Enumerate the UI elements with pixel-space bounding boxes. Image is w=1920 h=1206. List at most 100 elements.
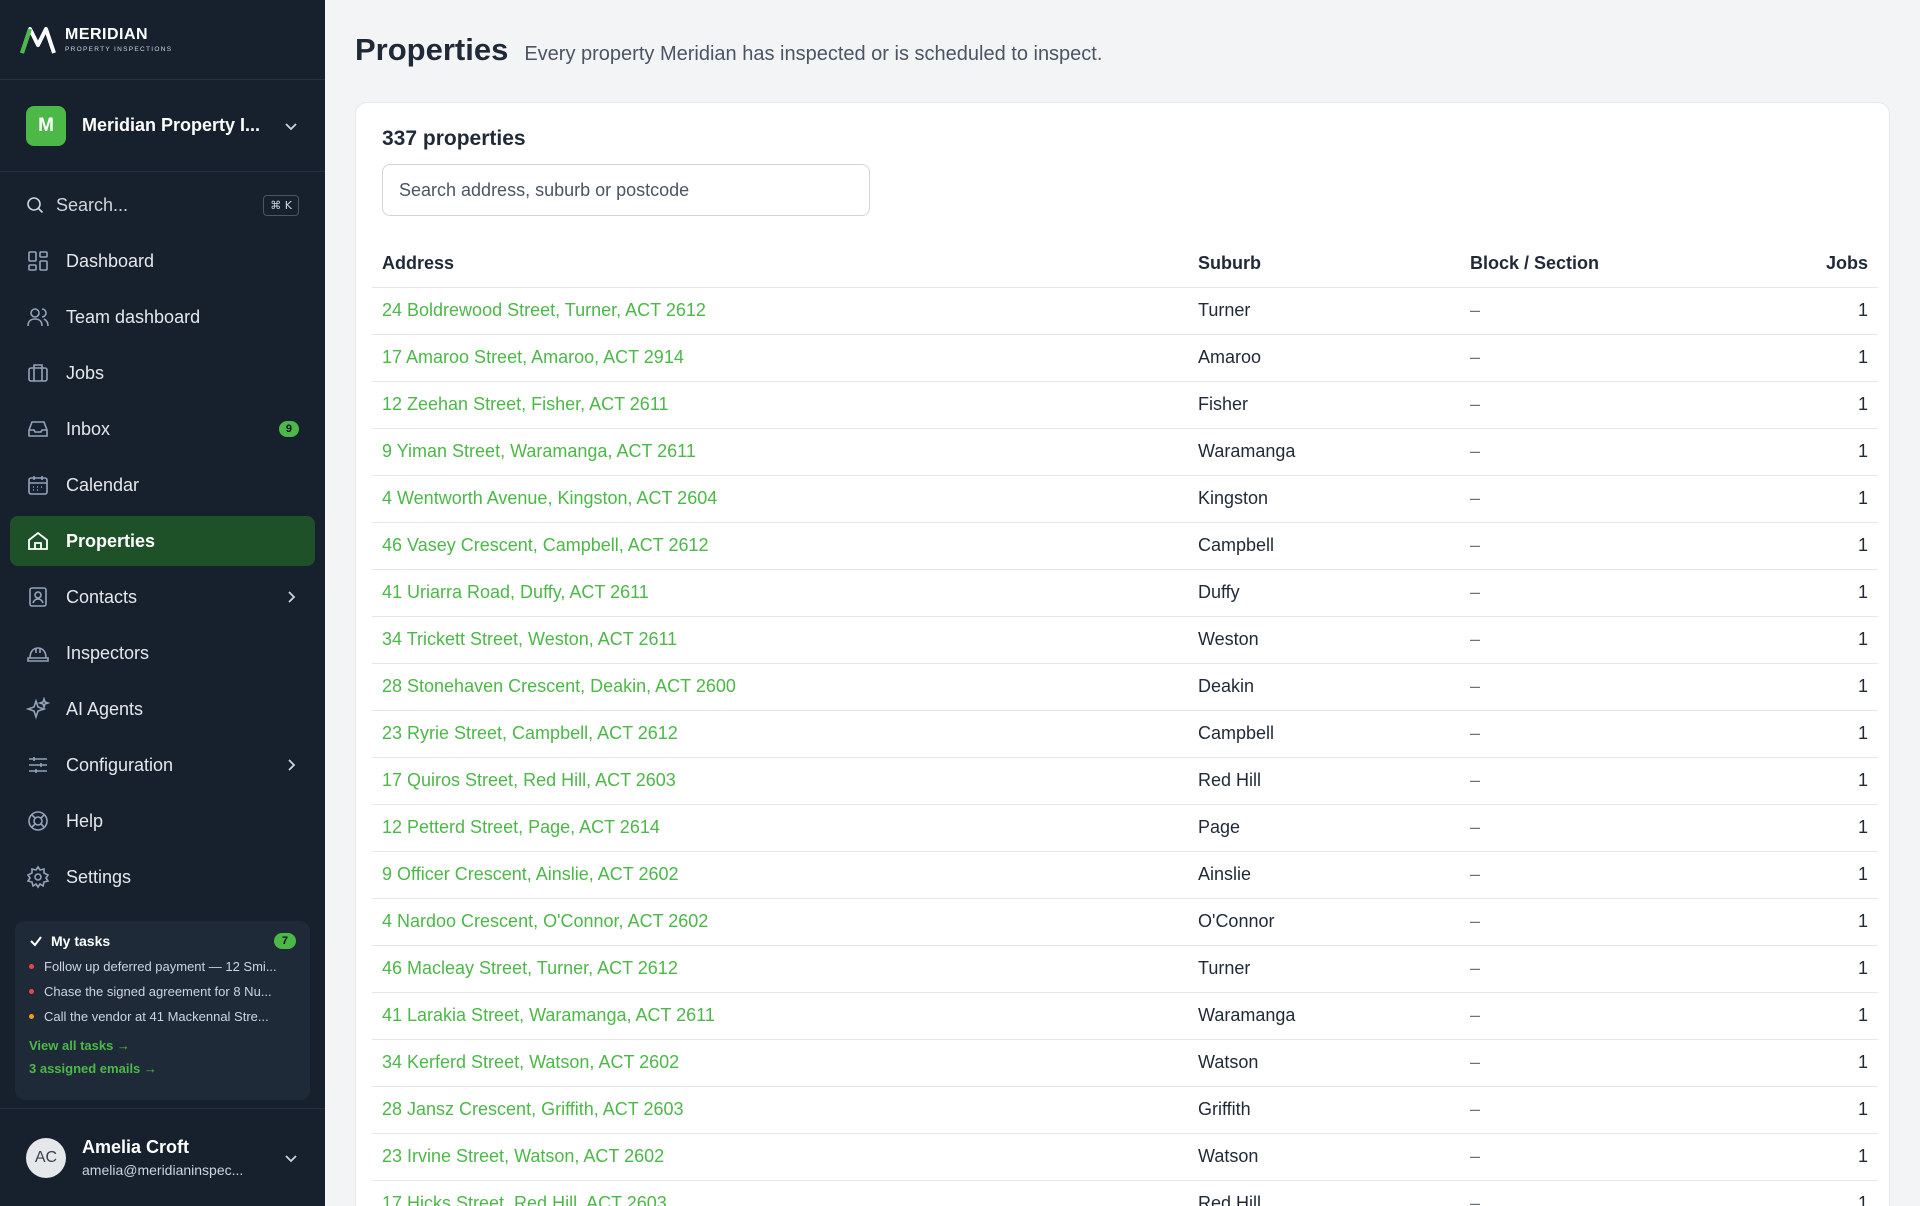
sidebar-item-team-dashboard[interactable]: Team dashboard — [10, 292, 315, 342]
sidebar-item-inspectors[interactable]: Inspectors — [10, 628, 315, 678]
suburb-cell: Fisher — [1188, 381, 1460, 429]
block-section-cell: – — [1460, 663, 1740, 711]
task-item[interactable]: Follow up deferred payment — 12 Smi... — [29, 959, 296, 974]
jobs-cell: 1 — [1740, 334, 1878, 382]
sidebar-item-inbox[interactable]: Inbox 9 — [10, 404, 315, 454]
property-address-link[interactable]: 17 Quiros Street, Red Hill, ACT 2603 — [382, 770, 676, 790]
column-header-address[interactable]: Address — [372, 241, 1188, 288]
property-address-link[interactable]: 4 Wentworth Avenue, Kingston, ACT 2604 — [382, 488, 717, 508]
property-address-link[interactable]: 17 Hicks Street, Red Hill, ACT 2603 — [382, 1193, 667, 1206]
sidebar-item-label: Inbox — [66, 418, 111, 439]
jobs-cell: 1 — [1740, 804, 1878, 852]
user-menu[interactable]: AC Amelia Croft amelia@meridianinspec... — [0, 1108, 325, 1206]
table-row[interactable]: 17 Amaroo Street, Amaroo, ACT 2914 Amaroo… — [372, 334, 1878, 382]
sidebar-item-help[interactable]: Help — [10, 796, 315, 846]
table-row[interactable]: 23 Irvine Street, Watson, ACT 2602 Watson… — [372, 1133, 1878, 1181]
address-cell: 4 Wentworth Avenue, Kingston, ACT 2604 — [372, 475, 1188, 523]
suburb-cell: Griffith — [1188, 1086, 1460, 1134]
task-item[interactable]: Chase the signed agreement for 8 Nu... — [29, 984, 296, 999]
sidebar-item-configuration[interactable]: Configuration — [10, 740, 315, 790]
table-row[interactable]: 28 Jansz Crescent, Griffith, ACT 2603 Gri… — [372, 1086, 1878, 1134]
table-row[interactable]: 12 Petterd Street, Page, ACT 2614 Page –1 — [372, 804, 1878, 852]
property-address-link[interactable]: 12 Zeehan Street, Fisher, ACT 2611 — [382, 394, 669, 414]
suburb-cell: Kingston — [1188, 475, 1460, 523]
address-cell: 17 Amaroo Street, Amaroo, ACT 2914 — [372, 334, 1188, 382]
property-address-link[interactable]: 9 Yiman Street, Waramanga, ACT 2611 — [382, 441, 696, 461]
sidebar-item-contacts[interactable]: Contacts — [10, 572, 315, 622]
property-address-link[interactable]: 41 Larakia Street, Waramanga, ACT 2611 — [382, 1005, 715, 1025]
org-name: Meridian Property I... — [82, 115, 261, 135]
address-cell: 4 Nardoo Crescent, O'Connor, ACT 2602 — [372, 898, 1188, 946]
brand-logo[interactable]: MERIDIAN PROPERTY INSPECTIONS — [0, 0, 325, 80]
jobs-cell: 1 — [1740, 616, 1878, 664]
table-row[interactable]: 41 Uriarra Road, Duffy, ACT 2611 Duffy –1 — [372, 569, 1878, 617]
column-header-block-section[interactable]: Block / Section — [1460, 241, 1740, 288]
property-address-link[interactable]: 41 Uriarra Road, Duffy, ACT 2611 — [382, 582, 649, 602]
sidebar-item-ai-agents[interactable]: AI Agents — [10, 684, 315, 734]
chevron-down-icon — [285, 122, 297, 130]
lifebuoy-icon — [28, 811, 48, 831]
view-all-tasks-link[interactable]: View all tasks → — [29, 1038, 296, 1053]
table-row[interactable]: 17 Hicks Street, Red Hill, ACT 2603 Red H… — [372, 1180, 1878, 1206]
task-item[interactable]: Call the vendor at 41 Mackennal Stre... — [29, 1009, 296, 1024]
sidebar-item-dashboard[interactable]: Dashboard — [10, 236, 315, 286]
table-row[interactable]: 17 Quiros Street, Red Hill, ACT 2603 Red … — [372, 757, 1878, 805]
properties-card: 337 properties Address Suburb Block / Se… — [355, 102, 1890, 1206]
search-icon — [27, 197, 44, 214]
block-section-cell: – — [1460, 898, 1740, 946]
my-tasks-header[interactable]: My tasks 7 — [29, 933, 296, 949]
sidebar-item-properties[interactable]: Properties — [10, 516, 315, 566]
property-address-link[interactable]: 34 Trickett Street, Weston, ACT 2611 — [382, 629, 677, 649]
table-row[interactable]: 46 Macleay Street, Turner, ACT 2612 Turne… — [372, 945, 1878, 993]
table-row[interactable]: 9 Yiman Street, Waramanga, ACT 2611 Waram… — [372, 428, 1878, 476]
table-row[interactable]: 46 Vasey Crescent, Campbell, ACT 2612 Cam… — [372, 522, 1878, 570]
sidebar-search[interactable]: Search... ⌘ K — [0, 180, 325, 230]
address-cell: 24 Boldrewood Street, Turner, ACT 2612 — [372, 287, 1188, 335]
address-cell: 28 Stonehaven Crescent, Deakin, ACT 2600 — [372, 663, 1188, 711]
address-cell: 34 Trickett Street, Weston, ACT 2611 — [372, 616, 1188, 664]
table-row[interactable]: 41 Larakia Street, Waramanga, ACT 2611 Wa… — [372, 992, 1878, 1040]
sidebar-item-settings[interactable]: Settings — [10, 852, 315, 902]
property-address-link[interactable]: 17 Amaroo Street, Amaroo, ACT 2914 — [382, 347, 684, 367]
sidebar-item-label: Jobs — [66, 362, 105, 383]
sidebar-item-jobs[interactable]: Jobs — [10, 348, 315, 398]
table-row[interactable]: 4 Wentworth Avenue, Kingston, ACT 2604 Ki… — [372, 475, 1878, 523]
meridian-logo-icon — [20, 26, 56, 54]
column-header-jobs[interactable]: Jobs — [1740, 241, 1878, 288]
property-address-link[interactable]: 9 Officer Crescent, Ainslie, ACT 2602 — [382, 864, 678, 884]
sidebar-item-label: Dashboard — [66, 250, 155, 271]
table-row[interactable]: 4 Nardoo Crescent, O'Connor, ACT 2602 O'C… — [372, 898, 1878, 946]
page-header: Properties Every property Meridian has i… — [355, 32, 1102, 68]
property-address-link[interactable]: 28 Jansz Crescent, Griffith, ACT 2603 — [382, 1099, 683, 1119]
table-row[interactable]: 12 Zeehan Street, Fisher, ACT 2611 Fisher… — [372, 381, 1878, 429]
table-row[interactable]: 23 Ryrie Street, Campbell, ACT 2612 Campb… — [372, 710, 1878, 758]
property-address-link[interactable]: 46 Macleay Street, Turner, ACT 2612 — [382, 958, 678, 978]
property-address-link[interactable]: 4 Nardoo Crescent, O'Connor, ACT 2602 — [382, 911, 708, 931]
hardhat-icon — [27, 647, 49, 662]
table-row[interactable]: 34 Trickett Street, Weston, ACT 2611 West… — [372, 616, 1878, 664]
jobs-cell: 1 — [1740, 287, 1878, 335]
priority-dot-icon — [29, 989, 34, 994]
property-address-link[interactable]: 28 Stonehaven Crescent, Deakin, ACT 2600 — [382, 676, 736, 696]
assigned-emails-link[interactable]: 3 assigned emails → — [29, 1061, 296, 1076]
sliders-icon — [29, 757, 47, 773]
table-row[interactable]: 24 Boldrewood Street, Turner, ACT 2612 Tu… — [372, 287, 1878, 335]
property-address-link[interactable]: 34 Kerferd Street, Watson, ACT 2602 — [382, 1052, 679, 1072]
property-search-input[interactable] — [382, 164, 870, 216]
property-address-link[interactable]: 23 Irvine Street, Watson, ACT 2602 — [382, 1146, 664, 1166]
org-switcher[interactable]: M Meridian Property I... — [0, 80, 325, 172]
property-address-link[interactable]: 12 Petterd Street, Page, ACT 2614 — [382, 817, 660, 837]
sidebar-item-label: Configuration — [66, 754, 174, 775]
sidebar-item-calendar[interactable]: Calendar — [10, 460, 315, 510]
suburb-cell: Campbell — [1188, 522, 1460, 570]
property-address-link[interactable]: 23 Ryrie Street, Campbell, ACT 2612 — [382, 723, 678, 743]
property-address-link[interactable]: 24 Boldrewood Street, Turner, ACT 2612 — [382, 300, 706, 320]
table-row[interactable]: 28 Stonehaven Crescent, Deakin, ACT 2600… — [372, 663, 1878, 711]
property-address-link[interactable]: 46 Vasey Crescent, Campbell, ACT 2612 — [382, 535, 709, 555]
table-row[interactable]: 9 Officer Crescent, Ainslie, ACT 2602 Ain… — [372, 851, 1878, 899]
user-name: Amelia Croft — [82, 1137, 190, 1157]
table-row[interactable]: 34 Kerferd Street, Watson, ACT 2602 Watso… — [372, 1039, 1878, 1087]
address-cell: 41 Uriarra Road, Duffy, ACT 2611 — [372, 569, 1188, 617]
dashboard-icon — [28, 251, 48, 271]
column-header-suburb[interactable]: Suburb — [1188, 241, 1460, 288]
